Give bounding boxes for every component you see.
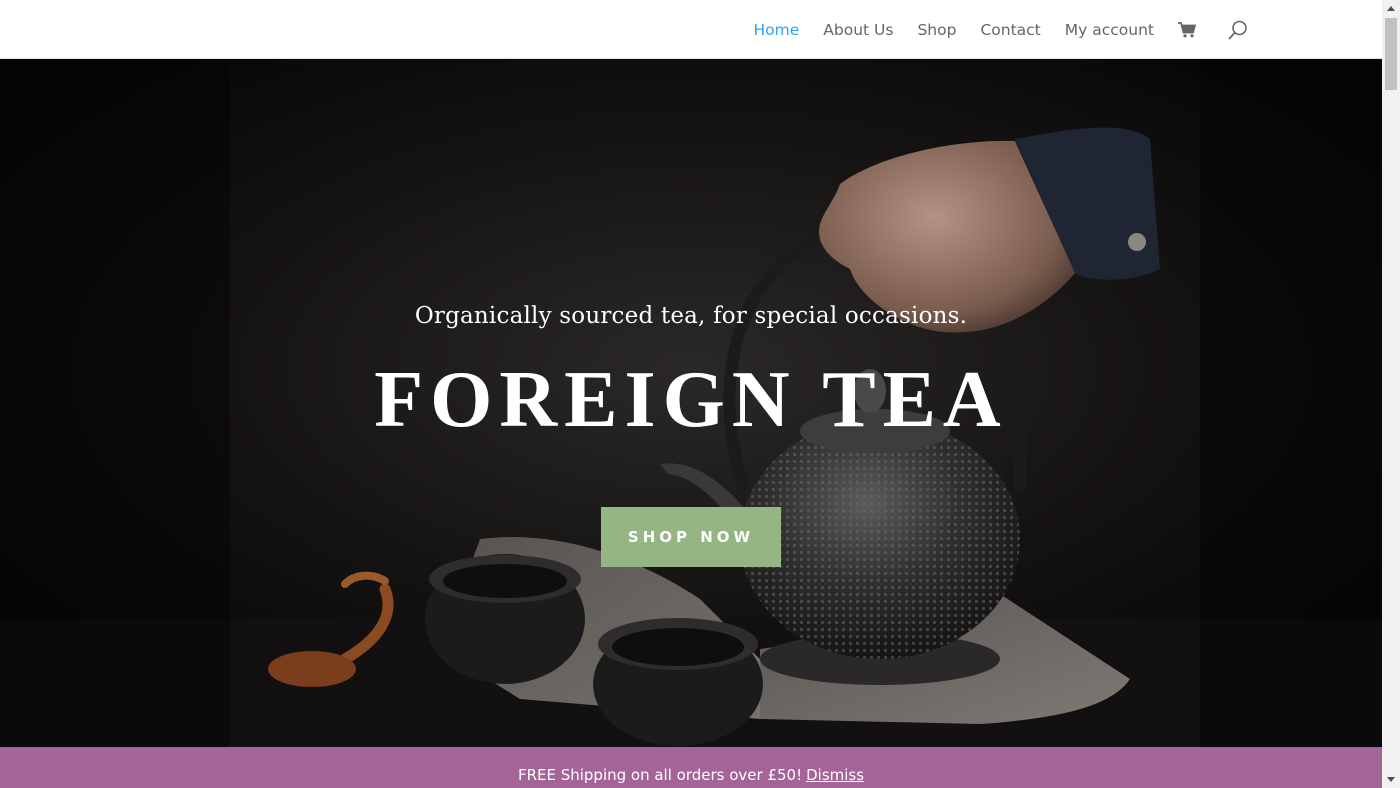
search-icon[interactable] [1228, 20, 1248, 40]
nav-item-contact[interactable]: Contact [980, 21, 1040, 39]
hero-section: Organically sourced tea, for special occ… [0, 59, 1382, 747]
nav-item-about-us[interactable]: About Us [823, 21, 893, 39]
main-nav: Home About Us Shop Contact My account [729, 0, 1248, 59]
scroll-down-arrow-icon[interactable] [1382, 771, 1400, 788]
site-header: Home About Us Shop Contact My account [0, 0, 1382, 59]
scrollbar-thumb[interactable] [1385, 18, 1397, 90]
shop-now-button[interactable]: SHOP NOW [601, 507, 781, 567]
shopping-cart-icon[interactable] [1178, 21, 1196, 38]
scroll-up-arrow-icon[interactable] [1382, 0, 1400, 17]
dismiss-link[interactable]: Dismiss [806, 766, 864, 784]
hero-title: FOREIGN TEA [374, 356, 1008, 444]
hero-subtitle: Organically sourced tea, for special occ… [414, 303, 968, 329]
nav-item-home[interactable]: Home [753, 21, 799, 39]
notice-text: FREE Shipping on all orders over £50! [517, 766, 803, 784]
page-scrollbar[interactable] [1382, 0, 1400, 788]
free-shipping-notice: FREE Shipping on all orders over £50! Dis… [0, 747, 1382, 788]
nav-item-my-account[interactable]: My account [1065, 21, 1154, 39]
nav-item-shop[interactable]: Shop [917, 21, 956, 39]
